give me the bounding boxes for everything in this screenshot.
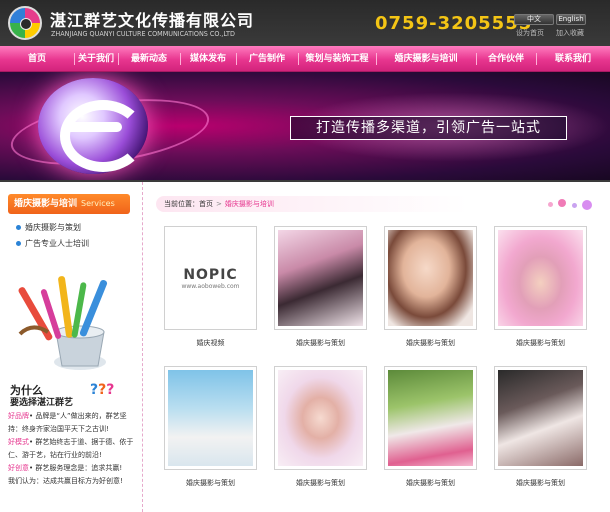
gallery-caption[interactable]: 婚庆摄影与策划 — [494, 478, 587, 488]
gallery-caption[interactable]: 婚庆摄影与策划 — [274, 338, 367, 348]
set-homepage-link[interactable]: 设为首页 — [516, 28, 544, 38]
nav-media[interactable]: 媒体发布 — [180, 46, 236, 71]
gallery-item[interactable] — [274, 366, 367, 470]
gallery-item[interactable] — [384, 226, 477, 330]
gallery-caption[interactable]: 婚庆摄影与策划 — [164, 478, 257, 488]
gallery-caption[interactable]: 婚庆视频 — [164, 338, 257, 348]
main-content: 当前位置：首页 > 婚庆摄影与培训 NOPIC www.aoboweb.com 婚庆… — [152, 182, 604, 512]
breadcrumb: 当前位置：首页 > 婚庆摄影与培训 — [156, 196, 602, 212]
sidebar-title-cn: 婚庆摄影与培训 — [14, 199, 78, 209]
wedding-photo-image — [388, 230, 473, 326]
nav-home[interactable]: 首页 — [0, 46, 74, 71]
gallery-item[interactable] — [274, 226, 367, 330]
sidebar-item-label: 广告专业人士培训 — [25, 239, 89, 248]
company-name: 湛江群艺文化传播有限公司 — [50, 11, 255, 30]
nav-contact[interactable]: 联系我们 — [536, 46, 610, 71]
banner-slogan: 打造传播多渠道，引领广告一站式 — [290, 116, 567, 140]
wedding-photo-image — [278, 370, 363, 466]
gallery-item[interactable] — [494, 226, 587, 330]
wedding-photo-image — [498, 230, 583, 326]
nav-planning-decoration[interactable]: 策划与装饰工程 — [298, 46, 376, 71]
sidebar-title: 婚庆摄影与培训 Services — [8, 194, 130, 214]
logo-icon[interactable] — [8, 6, 42, 40]
why-reason: 好模式• 群艺始终志于道、据于德、依于仁、游于艺，钻在行业的前沿! — [8, 438, 134, 459]
language-chinese-button[interactable]: 中文 — [514, 14, 554, 25]
language-english-button[interactable]: English — [556, 14, 586, 25]
nopic-url: www.aoboweb.com — [181, 282, 240, 290]
wedding-photo-image — [278, 230, 363, 326]
decor-dots-icon — [542, 196, 602, 212]
wedding-photo-image — [498, 370, 583, 466]
breadcrumb-prefix: 当前位置： — [164, 200, 199, 208]
gallery-item[interactable] — [494, 366, 587, 470]
sidebar-title-en: Services — [81, 199, 115, 208]
gallery-item[interactable] — [164, 366, 257, 470]
gallery-caption[interactable]: 婚庆摄影与策划 — [384, 478, 477, 488]
gallery-caption[interactable]: 婚庆摄影与策划 — [384, 338, 477, 348]
gallery-caption[interactable]: 婚庆摄影与策划 — [274, 478, 367, 488]
content-area: 婚庆摄影与培训 Services 婚庆摄影与策划 广告专业人士培训 为什么 要选择… — [0, 182, 610, 512]
paint-brushes-illustration-icon — [18, 276, 108, 370]
why-reason: 好品牌• 品牌是“人”做出来的，群艺坚持：终身齐家治国平天下之古训! — [8, 412, 127, 433]
sidebar-item-ad-training[interactable]: 广告专业人士培训 — [16, 238, 89, 249]
breadcrumb-current: 婚庆摄影与培训 — [224, 200, 274, 208]
bullet-icon — [16, 241, 21, 246]
question-marks-icon: ??? — [90, 382, 115, 398]
main-nav: 首页 关于我们 最新动态 媒体发布 广告制作 策划与装饰工程 婚庆摄影与培训 合… — [0, 46, 610, 72]
nav-ad-production[interactable]: 广告制作 — [236, 46, 298, 71]
nav-about[interactable]: 关于我们 — [74, 46, 118, 71]
hotline-number: 0759-3205555 — [375, 13, 533, 34]
gallery-item-wedding-video[interactable]: NOPIC www.aoboweb.com — [164, 226, 257, 330]
wedding-photo-image — [388, 370, 473, 466]
company-name-en: ZHANJIANG QUANYI CULTURE COMMUNICATIONS … — [51, 30, 235, 38]
breadcrumb-separator: > — [216, 200, 222, 208]
sidebar-item-label: 婚庆摄影与策划 — [25, 223, 81, 232]
nav-partners[interactable]: 合作伙伴 — [476, 46, 536, 71]
gallery-caption[interactable]: 婚庆摄影与策划 — [494, 338, 587, 348]
breadcrumb-home[interactable]: 首页 — [199, 200, 213, 208]
gallery-item[interactable] — [384, 366, 477, 470]
sidebar-item-wedding-planning[interactable]: 婚庆摄影与策划 — [16, 222, 81, 233]
why-subtitle: 要选择湛江群艺 — [10, 398, 74, 408]
sidebar: 婚庆摄影与培训 Services 婚庆摄影与策划 广告专业人士培训 为什么 要选择… — [0, 182, 143, 512]
site-header: 湛江群艺文化传播有限公司 ZHANJIANG QUANYI CULTURE CO… — [0, 0, 610, 46]
add-favorite-link[interactable]: 加入收藏 — [556, 28, 584, 38]
bullet-icon — [16, 225, 21, 230]
nav-wedding-photography[interactable]: 婚庆摄影与培训 — [376, 46, 476, 71]
why-reason: 我们认为：达成共赢目标方为好创意! — [8, 477, 123, 485]
no-picture-placeholder: NOPIC www.aoboweb.com — [168, 230, 253, 326]
banner-e-logo-icon — [38, 78, 148, 174]
why-reason: 好创意• 群艺服务理念是：追求共赢! — [8, 464, 123, 472]
nopic-title: NOPIC — [183, 266, 238, 283]
nav-news[interactable]: 最新动态 — [118, 46, 180, 71]
wedding-photo-image — [168, 370, 253, 466]
why-reasons: 好品牌• 品牌是“人”做出来的，群艺坚持：终身齐家治国平天下之古训! 好模式• … — [8, 410, 138, 488]
